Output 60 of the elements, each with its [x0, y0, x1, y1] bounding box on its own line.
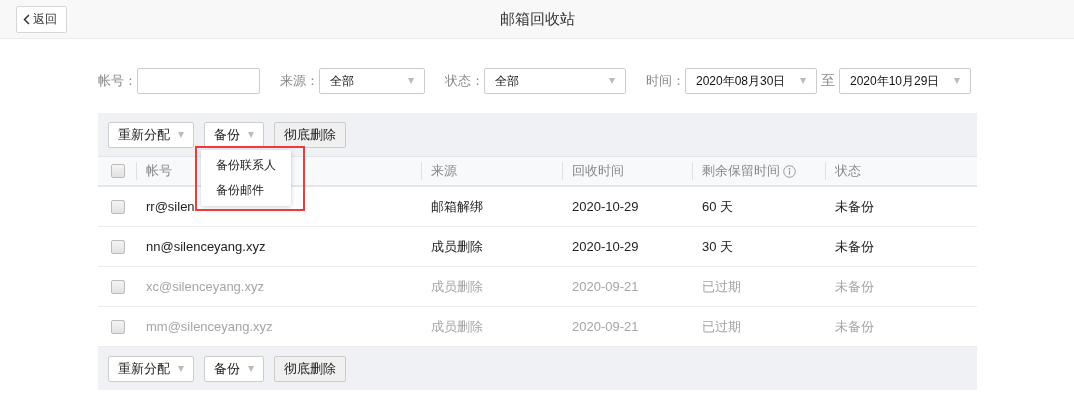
table-cell: 未备份 — [835, 318, 874, 334]
source-select[interactable]: 全部 — [319, 68, 425, 94]
table-cell: 未备份 — [835, 198, 874, 214]
table-cell: mm@silenceyang.xyz — [146, 319, 273, 334]
caret-icon — [408, 78, 414, 84]
column-header: 剩余保留时间 — [702, 162, 780, 180]
caret-icon — [609, 78, 615, 84]
date-select[interactable]: 2020年08月30日 — [685, 68, 817, 94]
toolbar-button[interactable]: 彻底删除 — [274, 355, 346, 382]
filter-label: 时间： — [646, 72, 685, 90]
column-header: 帐号 — [146, 162, 172, 180]
table-cell: rr@silen — [146, 199, 195, 214]
filter-label: 状态： — [445, 72, 484, 90]
date-select[interactable]: 2020年10月29日 — [839, 68, 971, 94]
toolbar-button[interactable]: 重新分配 — [108, 355, 194, 382]
table-cell: 2020-10-29 — [572, 239, 639, 254]
toolbar-button[interactable]: 彻底删除 — [274, 121, 346, 148]
table-cell: 30 天 — [702, 238, 734, 254]
status-select[interactable]: 全部 — [484, 68, 626, 94]
table-cell: nn@silenceyang.xyz — [146, 239, 266, 254]
range-separator: 至 — [821, 72, 835, 90]
toolbar-button[interactable]: 重新分配 — [108, 121, 194, 148]
table-cell: 未备份 — [835, 238, 874, 254]
select-all-checkbox[interactable] — [110, 164, 125, 178]
table-cell: 已过期 — [702, 318, 741, 334]
caret-icon — [954, 78, 960, 84]
filter-label: 帐号： — [98, 72, 137, 90]
row-checkbox[interactable] — [110, 319, 125, 334]
table-cell: xc@silenceyang.xyz — [146, 279, 264, 294]
column-header: 状态 — [835, 162, 861, 180]
toolbar-button[interactable]: 备份 — [204, 355, 264, 382]
table-cell: 60 天 — [702, 198, 734, 214]
table-cell: 已过期 — [702, 278, 741, 294]
table-cell: 2020-09-21 — [572, 279, 639, 294]
page-title: 邮箱回收站 — [498, 9, 576, 29]
toolbar-button[interactable]: 备份 — [204, 121, 264, 148]
menu-item[interactable]: 备份联系人 — [201, 153, 291, 178]
row-checkbox[interactable] — [110, 279, 125, 294]
table-cell: 2020-09-21 — [572, 319, 639, 334]
back-button[interactable]: 返回 — [16, 5, 67, 33]
account-input[interactable] — [137, 68, 260, 94]
caret-icon — [178, 131, 184, 138]
column-header: 回收时间 — [572, 162, 624, 180]
caret-icon — [248, 365, 254, 372]
caret-icon — [248, 131, 254, 138]
table-cell: 成员删除 — [431, 278, 483, 294]
menu-item[interactable]: 备份邮件 — [201, 178, 291, 203]
chevron-left-icon — [23, 13, 30, 25]
row-checkbox[interactable] — [110, 239, 125, 254]
table-cell: 2020-10-29 — [572, 199, 639, 214]
filter-label: 来源： — [280, 72, 319, 90]
column-header: 来源 — [431, 162, 457, 180]
table-cell: 未备份 — [835, 278, 874, 294]
caret-icon — [800, 78, 806, 84]
table-cell: 成员删除 — [431, 318, 483, 334]
row-checkbox[interactable] — [110, 199, 125, 214]
table-cell: 邮箱解绑 — [431, 198, 483, 214]
info-icon — [783, 164, 796, 178]
caret-icon — [178, 365, 184, 372]
table-cell: 成员删除 — [431, 238, 483, 254]
